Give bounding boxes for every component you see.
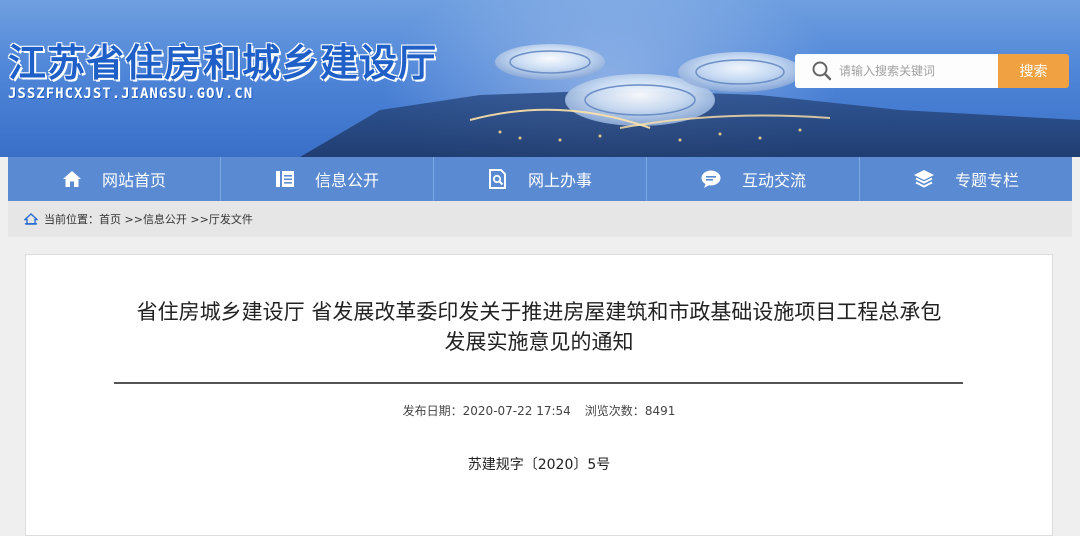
breadcrumb: 当前位置： 首页 >> 信息公开 >> 厅发文件 <box>8 201 1072 237</box>
main-nav: 网站首页 信息公开 网上办事 互动交流 专题专栏 <box>8 157 1072 201</box>
publish-label: 发布日期： <box>402 404 463 418</box>
article-panel: 省住房城乡建设厅 省发展改革委印发关于推进房屋建筑和市政基础设施项目工程总承包 … <box>25 254 1053 536</box>
nav-item-label: 网上办事 <box>527 171 592 190</box>
search-box <box>795 54 999 88</box>
document-number: 苏建规字〔2020〕5号 <box>467 457 611 473</box>
nav-item-label: 专题专栏 <box>954 171 1019 190</box>
title-divider <box>114 382 963 384</box>
nav-item-label: 信息公开 <box>314 171 379 190</box>
article-title-line1: 省住房城乡建设厅 省发展改革委印发关于推进房屋建筑和市政基础设施项目工程总承包 <box>136 300 942 324</box>
layers-icon <box>913 170 934 188</box>
breadcrumb-department-documents[interactable]: 厅发文件 <box>209 211 253 227</box>
search-button[interactable]: 搜索 <box>998 54 1069 88</box>
home-icon <box>62 171 81 187</box>
location-home-icon <box>24 213 38 225</box>
nav-item-info-disclosure[interactable]: 信息公开 <box>221 157 434 201</box>
breadcrumb-home[interactable]: 首页 <box>99 211 121 227</box>
site-url: JSSZFHCXJST.JIANGSU.GOV.CN <box>8 86 254 102</box>
chat-bubble-icon <box>701 170 721 188</box>
article-title: 省住房城乡建设厅 省发展改革委印发关于推进房屋建筑和市政基础设施项目工程总承包 … <box>26 297 1052 357</box>
search-icon <box>812 61 832 81</box>
nav-item-label: 网站首页 <box>101 171 166 190</box>
nav-item-label: 互动交流 <box>741 171 806 190</box>
article-meta: 发布日期：2020-07-22 17:54 浏览次数：8491 <box>26 402 1052 419</box>
site-header: 江苏省住房和城乡建设厅 JSSZFHCXJST.JIANGSU.GOV.CN 搜… <box>0 0 1080 157</box>
views-label: 浏览次数： <box>584 404 645 418</box>
nav-item-home[interactable]: 网站首页 <box>8 157 221 201</box>
nav-item-special-topics[interactable]: 专题专栏 <box>860 157 1072 201</box>
publish-date: 2020-07-22 17:54 <box>462 404 571 418</box>
breadcrumb-info-disclosure[interactable]: 信息公开 <box>143 211 187 227</box>
search-document-icon <box>488 169 506 189</box>
nav-item-online-services[interactable]: 网上办事 <box>434 157 647 201</box>
document-list-icon <box>275 171 294 187</box>
site-title: 江苏省住房和城乡建设厅 <box>8 40 438 85</box>
breadcrumb-separator: >> <box>186 212 209 226</box>
breadcrumb-separator: >> <box>121 212 143 226</box>
search-input[interactable] <box>839 64 999 78</box>
nav-item-interaction[interactable]: 互动交流 <box>647 157 860 201</box>
article-title-line2: 发展实施意见的通知 <box>444 330 634 354</box>
views-count: 8491 <box>644 404 676 418</box>
breadcrumb-prefix: 当前位置： <box>44 213 99 226</box>
